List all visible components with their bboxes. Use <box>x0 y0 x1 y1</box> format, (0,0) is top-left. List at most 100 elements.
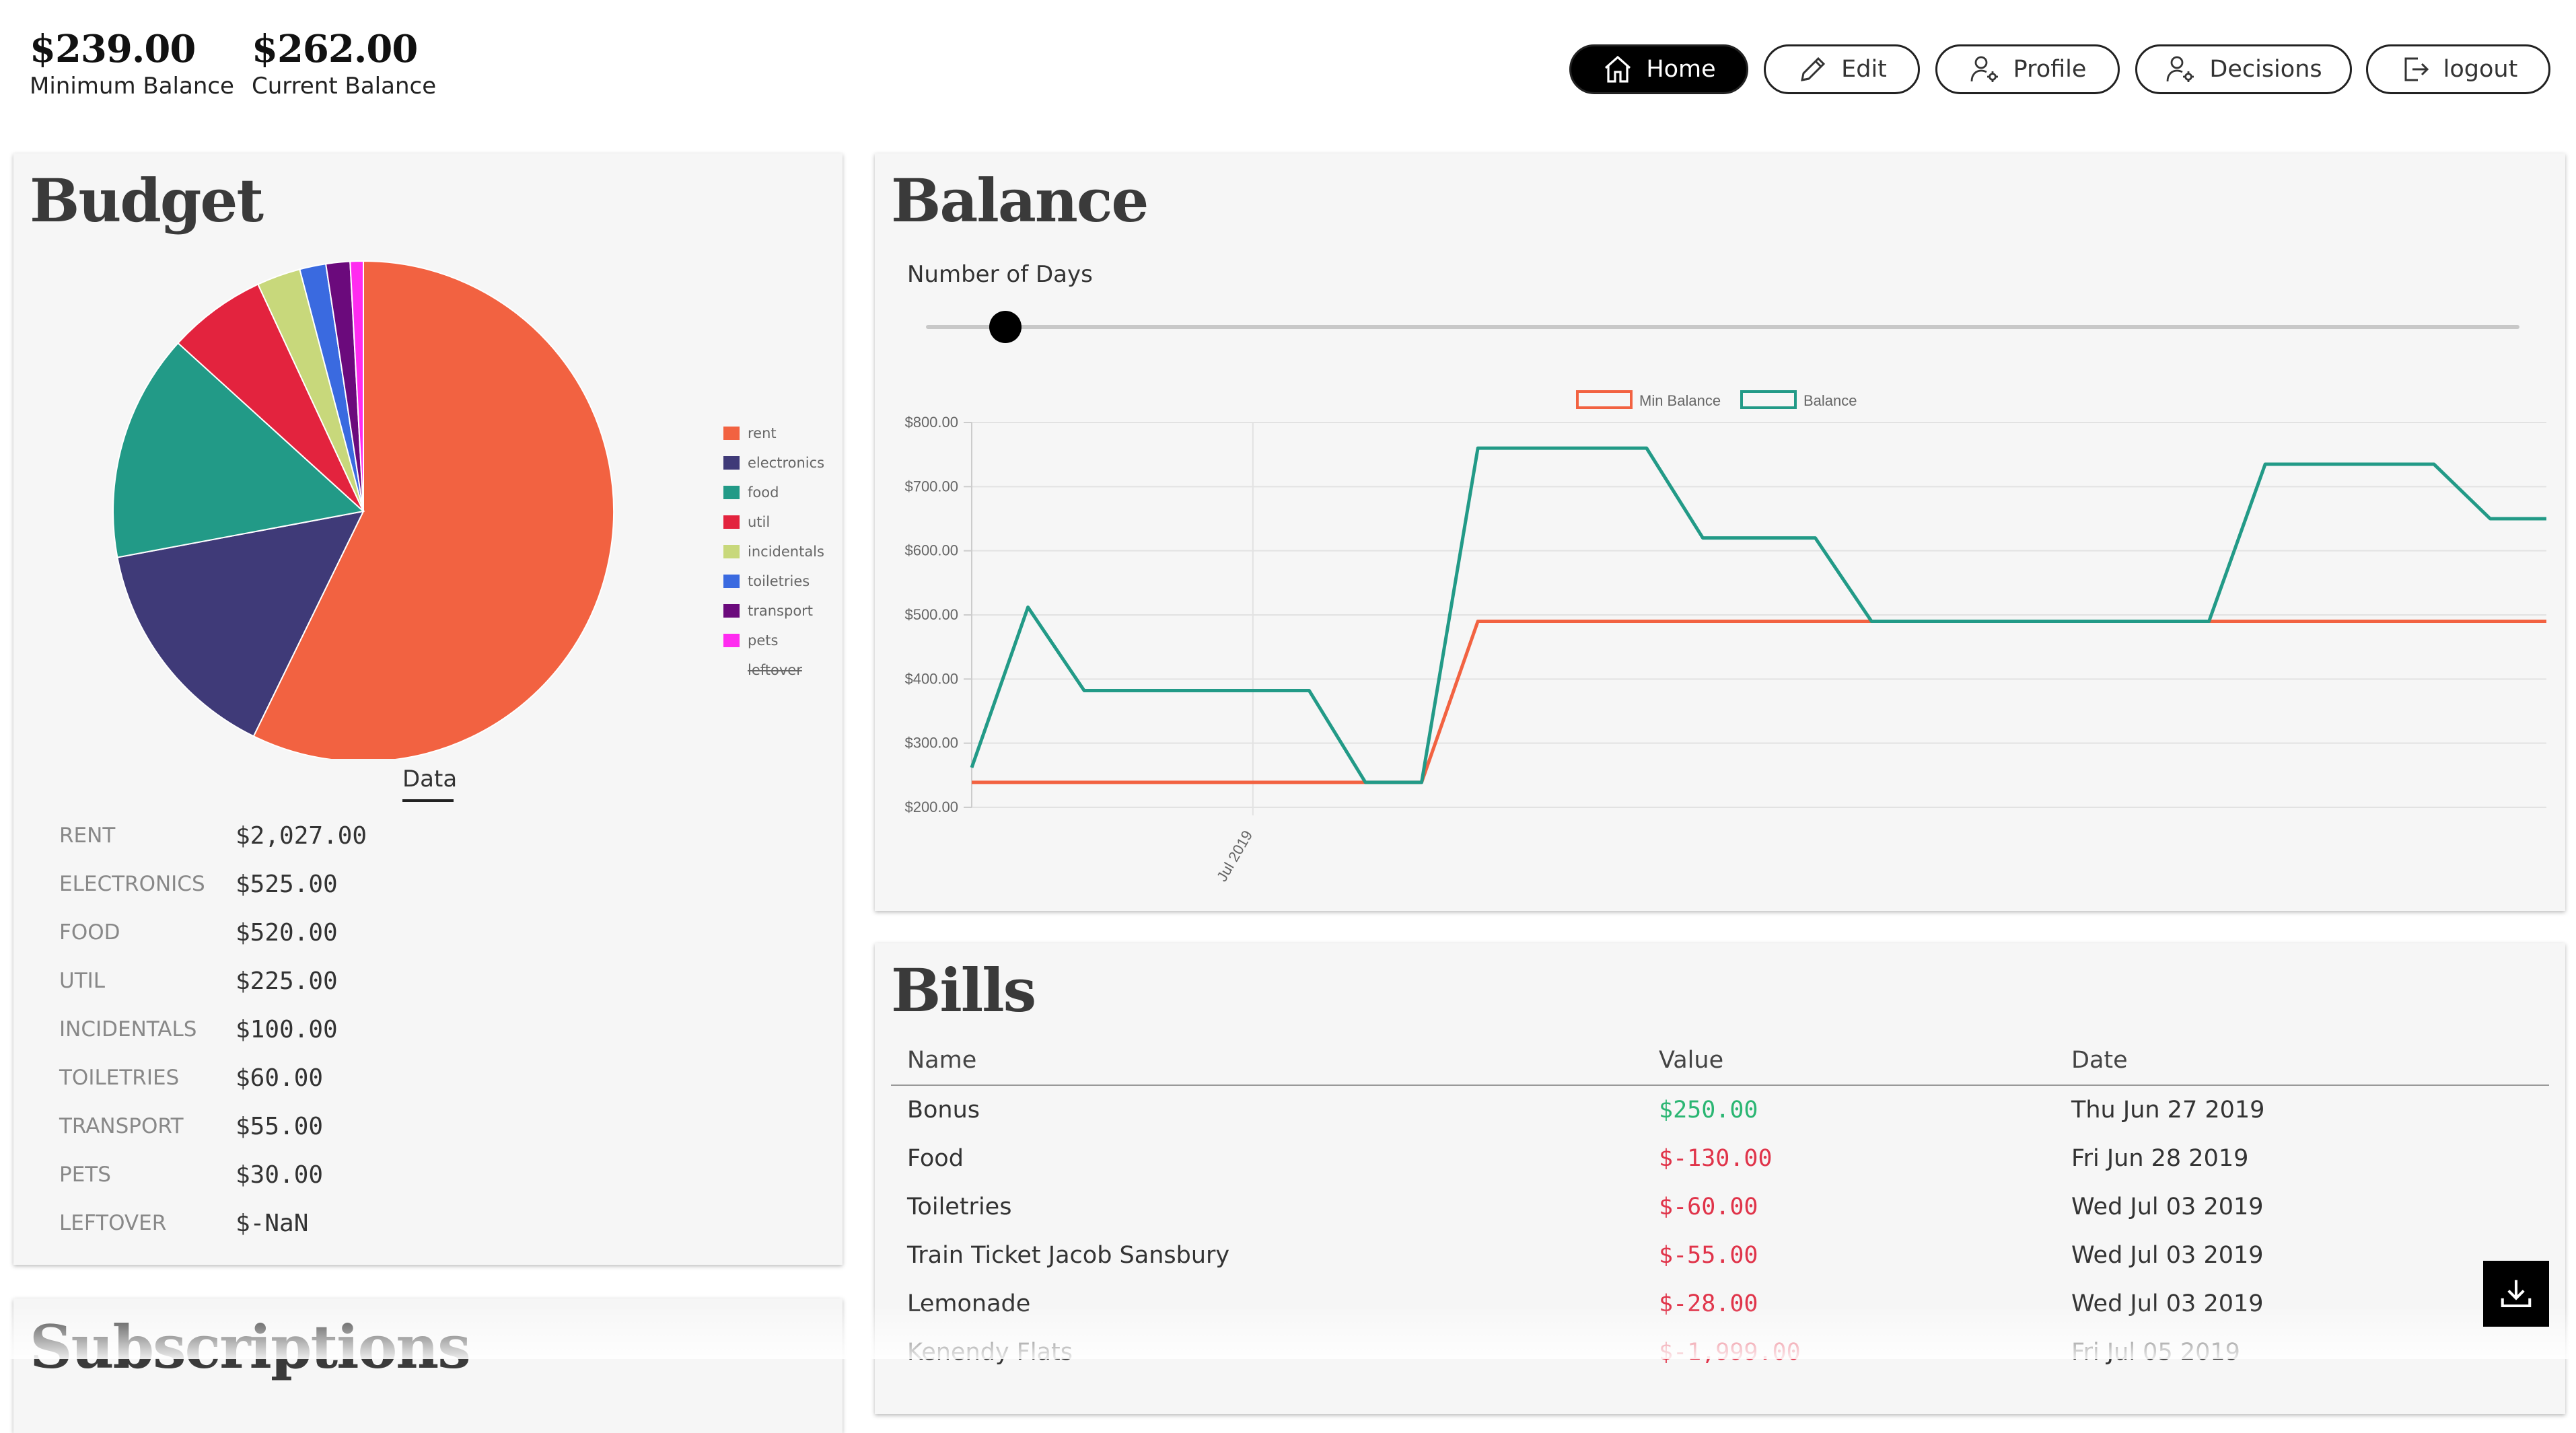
legend-min-balance-label[interactable]: Min Balance <box>1639 392 1721 409</box>
bill-value: $250.00 <box>1659 1097 1758 1124</box>
legend-label: leftover <box>748 662 802 678</box>
balance-card: Balance Number of Days $200.00 $300.00 $40… <box>875 153 2565 911</box>
budget-item-name: RENT <box>59 823 116 848</box>
budget-item-name: INCIDENTALS <box>59 1017 197 1041</box>
bill-row[interactable]: Toiletries $-60.00 Wed Jul 03 2019 <box>907 1183 2536 1231</box>
budget-item-name: UTIL <box>59 969 106 993</box>
legend-label: transport <box>748 603 814 619</box>
budget-item-name: ELECTRONICS <box>59 872 205 896</box>
budget-item-value: $60.00 <box>236 1064 324 1092</box>
series-line-min-balance <box>972 620 2546 784</box>
bill-date: Thu Jun 27 2019 <box>2071 1097 2265 1124</box>
legend-swatch <box>723 486 740 499</box>
bill-name: Bonus <box>907 1097 980 1124</box>
budget-item-value: $55.00 <box>236 1112 324 1140</box>
legend-label: rent <box>748 425 777 441</box>
minimum-balance-label: Minimum Balance <box>30 73 234 100</box>
budget-item-value: $100.00 <box>236 1015 338 1043</box>
user-settings-icon <box>1970 56 1998 82</box>
bill-date: Fri Jun 28 2019 <box>2071 1145 2249 1172</box>
budget-item-value: $520.00 <box>236 918 338 947</box>
profile-button[interactable]: Profile <box>1935 44 2120 94</box>
legend-label: electronics <box>748 455 825 471</box>
budget-item-name: TRANSPORT <box>59 1114 184 1138</box>
bill-date: Wed Jul 03 2019 <box>2071 1193 2264 1220</box>
bills-header-date: Date <box>2071 1047 2128 1074</box>
legend-balance-swatch[interactable] <box>1740 390 1797 409</box>
bill-value: $-130.00 <box>1659 1145 1773 1172</box>
budget-item: INCIDENTALS $100.00 <box>59 1005 598 1054</box>
budget-item: TOILETRIES $60.00 <box>59 1054 598 1102</box>
edit-button[interactable]: Edit <box>1764 44 1920 94</box>
decisions-button[interactable]: Decisions <box>2135 44 2352 94</box>
bill-row[interactable]: Bonus $250.00 Thu Jun 27 2019 <box>907 1086 2536 1134</box>
budget-item: UTIL $225.00 <box>59 957 598 1005</box>
bill-name: Food <box>907 1145 964 1172</box>
current-balance-label: Current Balance <box>252 73 437 100</box>
logout-button[interactable]: logout <box>2366 44 2550 94</box>
decisions-label: Decisions <box>2209 56 2322 83</box>
y-tick-label: $700.00 <box>904 478 958 494</box>
data-tab[interactable]: Data <box>402 766 457 793</box>
legend-item-pets[interactable]: pets <box>723 632 778 649</box>
budget-card: Budget rent electronics food util incidental… <box>13 153 843 1265</box>
logout-label: logout <box>2443 56 2518 83</box>
current-balance-value: $262.00 <box>252 27 418 71</box>
home-button[interactable]: Home <box>1569 44 1748 94</box>
budget-item: RENT $2,027.00 <box>59 811 598 860</box>
legend-swatch <box>723 634 740 647</box>
bill-row[interactable]: Train Ticket Jacob Sansbury $-55.00 Wed Ju… <box>907 1231 2536 1280</box>
legend-swatch <box>723 427 740 440</box>
legend-label: toiletries <box>748 573 810 589</box>
profile-label: Profile <box>2013 56 2087 83</box>
budget-item-value: $30.00 <box>236 1161 324 1189</box>
budget-item: TRANSPORT $55.00 <box>59 1102 598 1150</box>
budget-item: ELECTRONICS $525.00 <box>59 860 598 908</box>
legend-item-transport[interactable]: transport <box>723 603 813 619</box>
legend-item-leftover[interactable]: leftover <box>723 662 802 678</box>
legend-item-food[interactable]: food <box>723 484 779 501</box>
logout-icon <box>2404 57 2429 81</box>
legend-swatch <box>723 545 740 558</box>
bills-header-value: Value <box>1659 1047 1724 1074</box>
minimum-balance-value: $239.00 <box>30 27 196 71</box>
legend-swatch <box>723 604 740 618</box>
legend-item-incidentals[interactable]: incidentals <box>723 544 824 560</box>
legend-item-electronics[interactable]: electronics <box>723 455 824 471</box>
legend-swatch <box>723 456 740 470</box>
budget-item-value: $525.00 <box>236 870 338 898</box>
legend-item-toiletries[interactable]: toiletries <box>723 573 810 589</box>
bill-value: $-55.00 <box>1659 1242 1758 1269</box>
bill-name: Toiletries <box>907 1193 1012 1220</box>
bill-row[interactable]: Food $-130.00 Fri Jun 28 2019 <box>907 1134 2536 1183</box>
budget-item-value: $2,027.00 <box>236 821 367 850</box>
home-label: Home <box>1646 56 1716 83</box>
x-tick-label: Jul 2019 <box>1213 828 1256 885</box>
legend-balance-label[interactable]: Balance <box>1803 392 1857 409</box>
scroll-fade <box>0 1305 2576 1359</box>
budget-item-name: FOOD <box>59 920 120 945</box>
bill-name: Train Ticket Jacob Sansbury <box>907 1242 1230 1269</box>
balance-line-chart: $200.00 $300.00 $400.00 $500.00 $600.00 $700.… <box>904 390 2546 885</box>
legend-min-balance-swatch[interactable] <box>1576 390 1633 409</box>
budget-item-value: $225.00 <box>236 967 338 995</box>
budget-item-name: PETS <box>59 1163 111 1187</box>
legend-item-util[interactable]: util <box>723 514 770 530</box>
y-tick-label: $200.00 <box>904 799 958 815</box>
y-tick-label: $600.00 <box>904 542 958 559</box>
legend-label: util <box>748 514 771 530</box>
current-balance-stat: $262.00 Current Balance <box>252 26 436 100</box>
legend-swatch <box>723 575 740 588</box>
budget-item: FOOD $520.00 <box>59 908 598 957</box>
download-icon <box>2501 1280 2532 1308</box>
budget-item-name: TOILETRIES <box>59 1066 180 1090</box>
download-button[interactable] <box>2483 1261 2549 1327</box>
legend-label: incidentals <box>748 544 824 560</box>
legend-label: food <box>748 484 779 501</box>
budget-item: PETS $30.00 <box>59 1150 598 1199</box>
budget-item: LEFTOVER $-NaN <box>59 1199 598 1247</box>
legend-item-rent[interactable]: rent <box>723 425 777 441</box>
bill-value: $-60.00 <box>1659 1193 1758 1220</box>
user-settings-icon <box>2166 56 2194 82</box>
bills-title: Bills <box>891 955 1036 1025</box>
